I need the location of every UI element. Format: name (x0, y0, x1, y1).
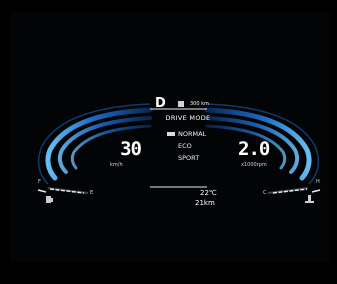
gauge-graphics (37, 103, 321, 203)
drive-mode-option-normal[interactable]: NORMAL (178, 130, 206, 138)
fuel-empty-label: E (90, 190, 94, 196)
range-value: 300 km (190, 101, 209, 107)
drive-mode-option-sport[interactable]: SPORT (178, 154, 199, 162)
cluster-panel: D 300 km DRIVE MODE NORMAL ECO SPORT 30 … (10, 12, 330, 262)
speed-unit: km/h (110, 162, 123, 168)
gear-indicator: D (155, 96, 166, 111)
temp-gauge (267, 187, 321, 194)
drive-mode-option-eco[interactable]: ECO (178, 142, 192, 150)
coolant-thermometer-icon (305, 195, 314, 203)
fuel-gauge (37, 187, 89, 194)
trip-distance: 21km (195, 199, 215, 207)
temp-hot-label: H (316, 179, 320, 185)
rpm-value: 2.0 (238, 138, 270, 160)
range-icon (178, 101, 184, 107)
fuel-full-label: F (38, 179, 41, 185)
outside-temperature: 22℃ (200, 189, 217, 197)
speed-value: 30 (120, 138, 142, 160)
mode-selected-icon (167, 132, 175, 136)
rpm-unit: x1000rpm (241, 162, 267, 168)
temp-cold-label: C (263, 190, 267, 196)
fuel-pump-icon (46, 196, 53, 203)
drive-mode-title: DRIVE MODE (165, 114, 211, 122)
